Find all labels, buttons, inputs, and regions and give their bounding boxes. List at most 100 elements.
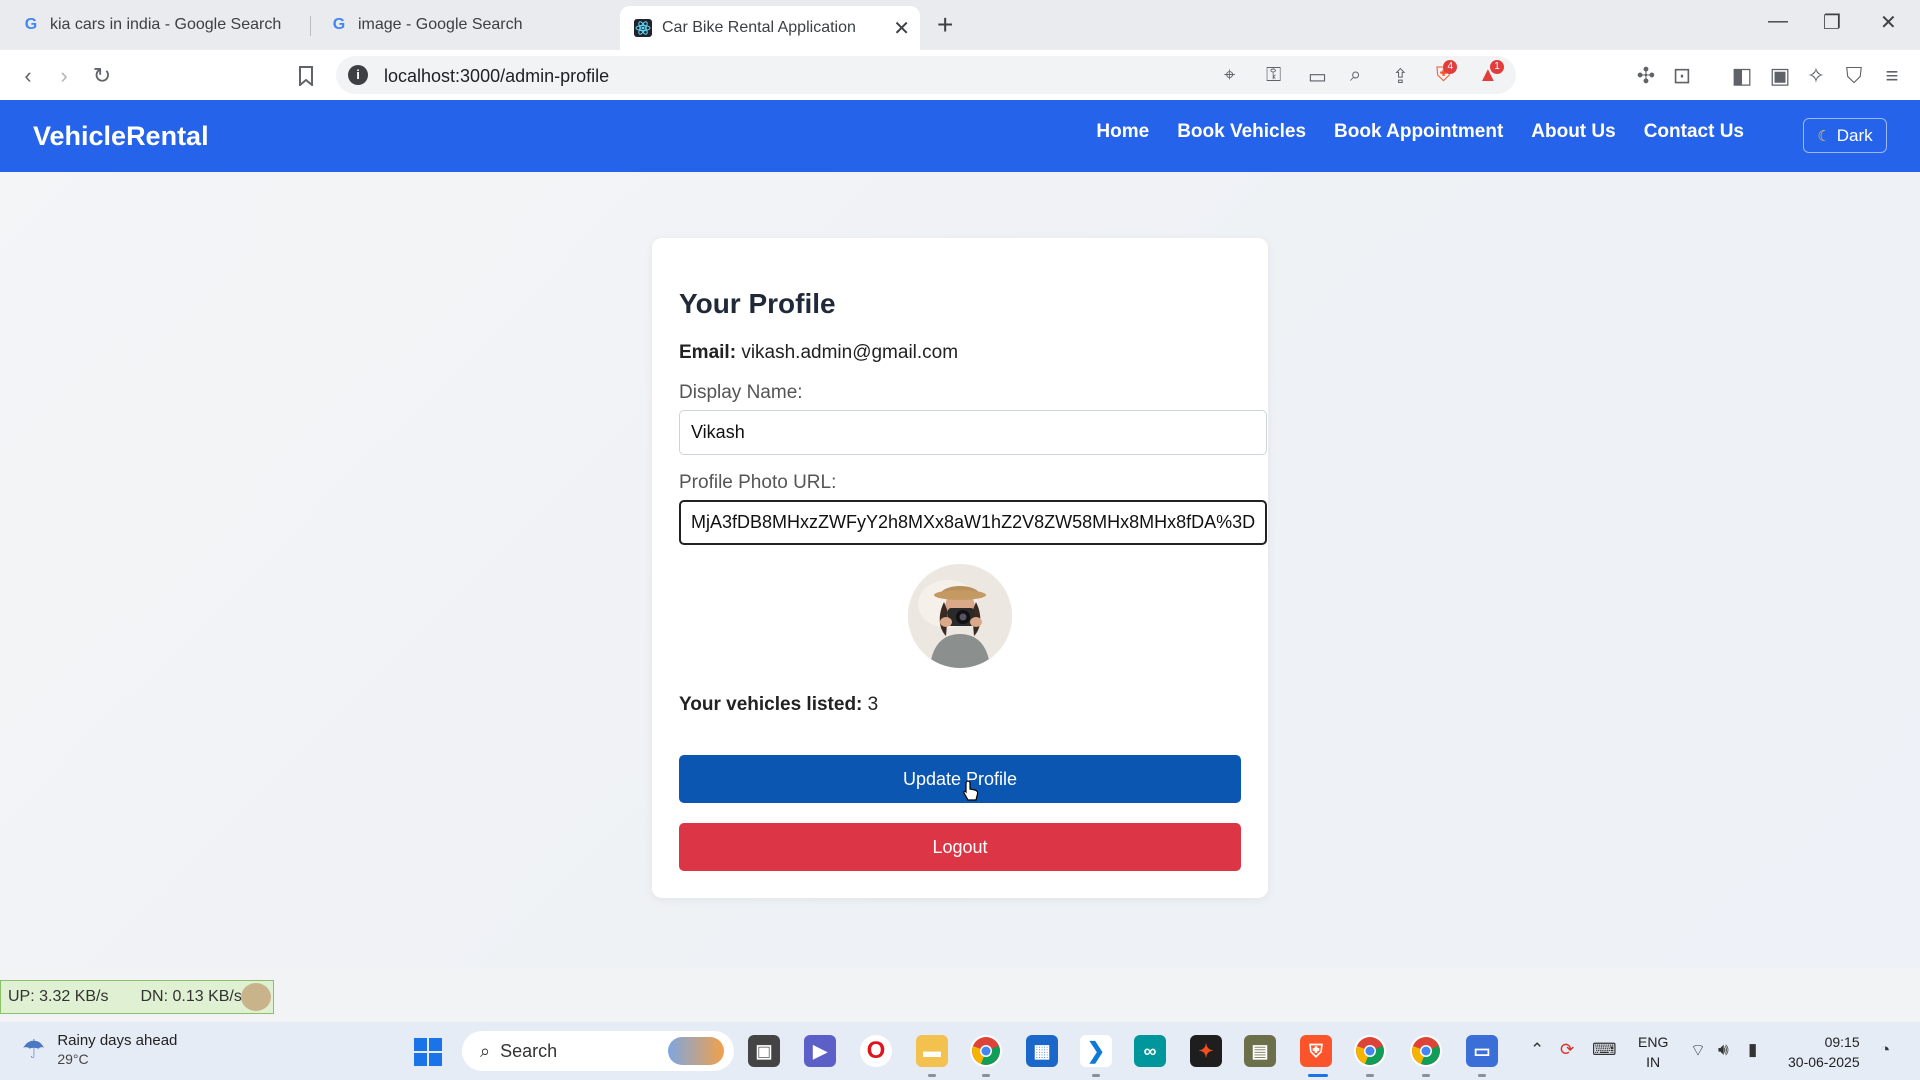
google-icon: G [24,16,38,33]
minimize-icon[interactable]: — [1768,10,1788,33]
profile-photo [908,564,1012,668]
dark-mode-toggle[interactable]: ☾ Dark [1803,118,1887,153]
key-icon[interactable]: ⚿ [1266,64,1281,87]
browser-tab-strip: G kia cars in india - Google Search G im… [0,0,1920,50]
photo-url-label: Profile Photo URL: [679,472,837,493]
display-name-label: Display Name: [679,382,803,403]
address-url[interactable]: localhost:3000/admin-profile [384,66,609,87]
new-tab-icon[interactable]: + [937,9,953,41]
keyboard-icon[interactable]: ⌨ [1592,1040,1617,1060]
brand-logo[interactable]: VehicleRental [33,121,209,152]
vscode-icon[interactable]: ❯ [1080,1035,1112,1067]
tray-overflow-icon[interactable]: ⌃ [1530,1040,1544,1060]
menu-icon[interactable]: ≡ [1878,62,1906,90]
tab-car-bike-rental[interactable]: Car Bike Rental Application ✕ [620,6,920,50]
google-icon: G [332,16,346,33]
sidebar-icon[interactable]: ◧ [1728,62,1756,90]
site-info-icon[interactable]: i [348,65,368,85]
nav-book-vehicles[interactable]: Book Vehicles [1177,121,1306,143]
page-title: Your Profile [679,288,836,319]
weather-widget[interactable]: ☂ Rainy days ahead 29°C [22,1032,177,1067]
extensions-icon[interactable]: ✣ [1632,62,1660,90]
notifications-icon[interactable]: ◔ [1880,1040,1890,1060]
windows-taskbar: ☂ Rainy days ahead 29°C ⌕ Search ▣ ▶ O ▬… [0,1022,1920,1080]
weather-temp: 29°C [57,1051,89,1067]
update-profile-button[interactable]: Update Profile [679,755,1241,803]
rewards-count-badge: 1 [1490,60,1504,74]
running-indicator [1366,1074,1374,1077]
address-bar[interactable]: i localhost:3000/admin-profile ⌖ ⚿ ▭ ⌕ ⇪… [336,56,1516,94]
arduino-icon[interactable]: ∞ [1134,1035,1166,1067]
wifi-icon[interactable]: ⌔ [1690,1040,1706,1061]
running-indicator [1478,1074,1486,1077]
nav-home[interactable]: Home [1096,121,1149,143]
forward-icon[interactable]: › [50,62,78,90]
chrome-profile-icon[interactable] [1354,1035,1386,1067]
tab-title: Car Bike Rental Application [662,19,856,36]
volume-icon[interactable]: 🔊︎ [1718,1040,1729,1060]
start-button[interactable] [414,1038,442,1066]
logout-button[interactable]: Logout [679,823,1241,871]
brave-icon[interactable]: ⛨ [1300,1035,1332,1067]
archive-app-icon[interactable]: ▤ [1244,1035,1276,1067]
close-tab-icon[interactable]: ✕ [893,16,910,41]
file-explorer-icon[interactable]: ▬ [916,1035,948,1067]
task-view-icon[interactable]: ▣ [748,1035,780,1067]
battery-icon[interactable]: ▮ [1748,1040,1757,1060]
nav-contact-us[interactable]: Contact Us [1644,121,1744,143]
chrome-alt-icon[interactable] [1410,1035,1442,1067]
running-indicator [1422,1074,1430,1077]
taskbar-search[interactable]: ⌕ Search [462,1031,734,1071]
clock-time: 09:15 [1824,1034,1860,1050]
tab-title: kia cars in india - Google Search [50,16,282,33]
search-tabs-icon[interactable]: ⊡ [1668,62,1696,90]
share-icon[interactable]: ⇪ [1392,64,1409,89]
teams-icon[interactable]: ▶ [804,1035,836,1067]
email-label: Email: [679,342,737,363]
restore-icon[interactable]: ❐ [1823,10,1841,35]
brave-shield-icon[interactable]: ⛨ 4 [1436,60,1457,87]
photo-url-input[interactable] [679,500,1267,545]
zoom-icon[interactable]: ⌕ [1350,64,1361,87]
tab-kia-cars[interactable]: G kia cars in india - Google Search [8,6,308,44]
display-name-input[interactable] [679,410,1267,455]
moon-icon: ☾ [1817,127,1831,145]
email-value: vikash.admin@gmail.com [741,342,959,363]
cast-icon[interactable]: ▭ [1308,64,1327,89]
reload-icon[interactable]: ↻ [88,62,116,90]
location-icon[interactable]: ⌖ [1224,64,1235,87]
vehicles-listed-label: Your vehicles listed: [679,694,863,715]
browser-toolbar: ‹ › ↻ i localhost:3000/admin-profile ⌖ ⚿… [0,50,1920,100]
remote-desktop-icon[interactable]: ▭ [1466,1035,1498,1067]
upload-speed: UP: 3.32 KB/s [8,988,109,1005]
nav-about-us[interactable]: About Us [1531,121,1615,143]
chrome-icon[interactable] [970,1035,1002,1067]
wallet-icon[interactable]: ▣ [1766,62,1794,90]
vpn-icon[interactable]: ⛉ [1840,62,1868,90]
network-speed-meter: UP: 3.32 KB/s DN: 0.13 KB/s [0,980,274,1014]
language-code: ENG [1638,1034,1669,1050]
figma-icon[interactable]: ✦ [1190,1035,1222,1067]
region-code: IN [1646,1054,1661,1070]
site-navbar: VehicleRental Home Book Vehicles Book Ap… [0,100,1920,172]
bookmark-icon[interactable] [292,62,320,90]
leo-ai-icon[interactable]: ✧ [1802,62,1830,90]
tab-image-search[interactable]: G image - Google Search [316,6,616,44]
email-row: Email: vikash.admin@gmail.com [679,342,958,364]
window-close-icon[interactable]: ✕ [1880,10,1897,35]
system-clock[interactable]: 09:15 30-06-2025 [1788,1032,1860,1072]
back-icon[interactable]: ‹ [14,62,42,90]
store-icon[interactable]: ▦ [1026,1035,1058,1067]
language-indicator[interactable]: ENG IN [1638,1032,1668,1072]
nav-book-appointment[interactable]: Book Appointment [1334,121,1503,143]
opera-icon[interactable]: O [860,1035,892,1067]
nav-links: Home Book Vehicles Book Appointment Abou… [1096,121,1744,143]
brave-rewards-icon[interactable]: ▲ 1 [1478,60,1504,87]
vehicles-listed-count: 3 [867,694,879,715]
windows-logo-part [429,1053,442,1066]
dark-mode-label: Dark [1836,125,1873,145]
rain-cloud-icon: ☂ [22,1034,46,1064]
sync-icon[interactable]: ⟳ [1560,1040,1574,1060]
windows-logo-part [429,1038,442,1051]
download-speed: DN: 0.13 KB/s [140,988,242,1005]
